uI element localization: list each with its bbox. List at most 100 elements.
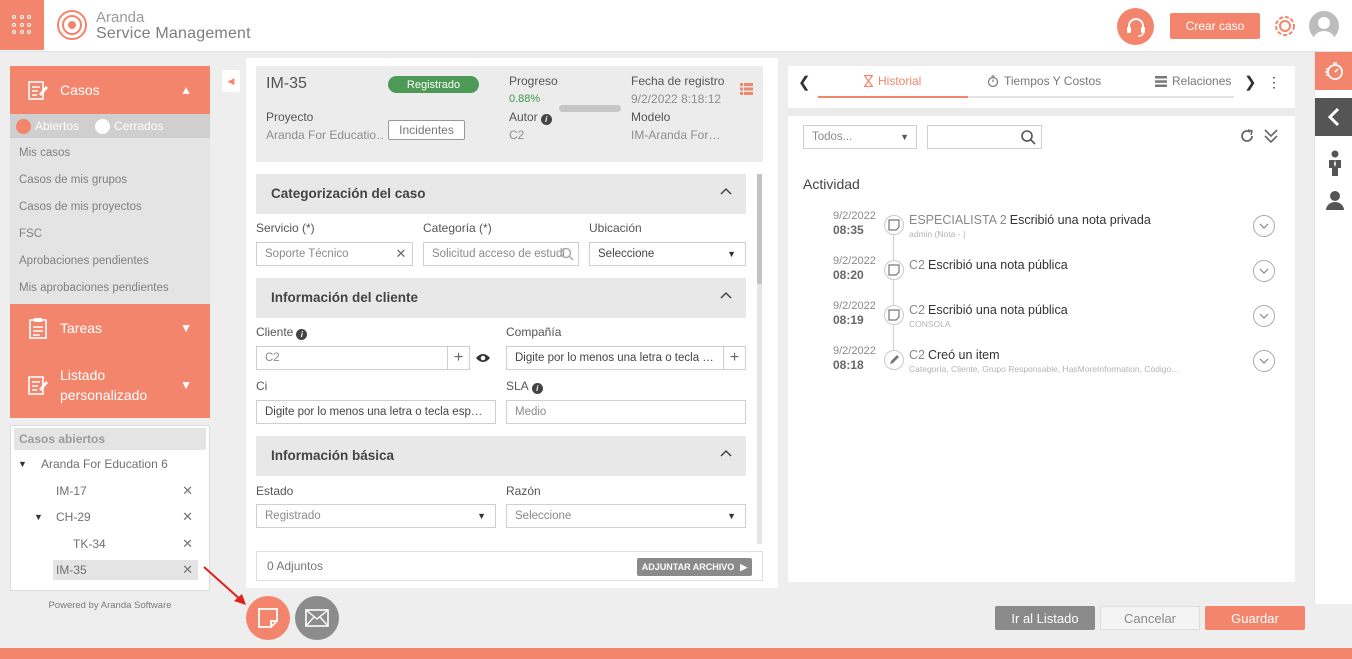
app-grid-button[interactable] (0, 0, 44, 50)
section-client[interactable]: Información del cliente (256, 278, 746, 318)
entry-action: Escribió una nota privada (1009, 213, 1151, 227)
ci-input[interactable]: Digite por lo menos una letra o tecla es… (256, 400, 496, 424)
go-to-list-button[interactable]: Ir al Listado (995, 606, 1095, 630)
section-categorization[interactable]: Categorización del caso (256, 174, 746, 214)
history-tabs: ❮ Historial Tiempos Y Costos Relaciones … (788, 66, 1295, 98)
section-title: Categorización del caso (271, 186, 426, 201)
info-icon[interactable]: i (540, 114, 552, 125)
expand-entry-button[interactable] (1253, 215, 1275, 237)
link-casos-grupos[interactable]: Casos de mis grupos (10, 167, 210, 194)
history-search-input[interactable] (927, 125, 1042, 149)
chevron-down-icon (1259, 313, 1269, 319)
link-casos-proyectos[interactable]: Casos de mis proyectos (10, 194, 210, 221)
menu-tareas[interactable]: Tareas ▼ (10, 304, 210, 352)
tree-item-im35[interactable]: IM-35 ✕ (11, 560, 209, 580)
info-icon[interactable]: i (531, 383, 543, 394)
settings-gear-icon[interactable] (1272, 13, 1298, 39)
add-icon[interactable]: + (447, 347, 469, 369)
form-scrollbar[interactable] (757, 174, 762, 544)
expand-entry-button[interactable] (1253, 350, 1275, 372)
cancel-button[interactable]: Cancelar (1100, 606, 1200, 630)
tab-underline (818, 96, 1234, 98)
history-filter-select[interactable]: Todos... ▼ (803, 125, 917, 149)
tree-item-label: CH-29 (56, 510, 91, 524)
tabs-prev-icon[interactable]: ❮ (798, 73, 811, 91)
list-view-icon[interactable] (740, 83, 753, 95)
compania-placeholder: Digite por lo menos una letra o tecla … (515, 352, 714, 364)
hourglass-icon (864, 75, 873, 87)
tree-item-im17[interactable]: IM-17 ✕ (11, 481, 209, 501)
categoria-input[interactable]: Solicitud acceso de estudi (423, 242, 579, 266)
expand-entry-button[interactable] (1253, 305, 1275, 327)
project-value: Aranda For Educatio… (266, 128, 384, 142)
tab-tiempos[interactable]: Tiempos Y Costos (987, 74, 1101, 88)
send-mail-button[interactable] (295, 596, 339, 640)
tabs-next-icon[interactable]: ❯ (1244, 73, 1257, 91)
compania-input[interactable]: Digite por lo menos una letra o tecla … + (506, 346, 746, 370)
entry-date: 9/2/2022 (833, 300, 876, 312)
razon-select[interactable]: Seleccione ▼ (506, 504, 746, 528)
entry-author: C2 (909, 348, 925, 362)
double-chevron-down-icon[interactable] (1264, 128, 1278, 144)
link-aprobaciones[interactable]: Aprobaciones pendientes (10, 248, 210, 275)
link-mis-aprobaciones[interactable]: Mis aprobaciones pendientes (10, 275, 210, 302)
chevron-up-icon: ▲ (180, 83, 192, 97)
caret-down-icon: ▼ (900, 132, 909, 142)
add-icon[interactable]: + (723, 347, 745, 369)
timer-button[interactable] (1315, 52, 1352, 90)
collapse-panel-button[interactable] (1315, 98, 1352, 136)
tree-item-ch29[interactable]: ▼ CH-29 ✕ (11, 507, 209, 527)
tree-root[interactable]: ▼ Aranda For Education 6 (11, 454, 209, 474)
user-icon (1313, 17, 1335, 41)
ci-placeholder: Digite por lo menos una letra o tecla es… (265, 406, 483, 418)
attach-file-button[interactable]: ADJUNTAR ARCHIVO ▶ (637, 558, 752, 576)
servicio-input[interactable]: Soporte Técnico ✕ (256, 242, 413, 266)
refresh-icon[interactable] (1239, 128, 1255, 144)
link-mis-casos[interactable]: Mis casos (10, 140, 210, 167)
expand-entry-button[interactable] (1253, 260, 1275, 282)
filter-closed[interactable]: Cerrados (95, 118, 163, 134)
add-note-button[interactable] (246, 596, 290, 640)
section-basic[interactable]: Información básica (256, 436, 746, 476)
tree-item-tk34[interactable]: TK-34 ✕ (11, 534, 209, 554)
tab-historial[interactable]: Historial (864, 74, 921, 88)
cliente-label-text: Cliente (256, 325, 294, 339)
powered-by: Powered by Aranda Software (48, 600, 172, 611)
active-tab-indicator (818, 96, 968, 98)
timeline-entry: 9/2/2022 08:19 C2 Escribió una nota públi… (788, 301, 1295, 341)
estado-select[interactable]: Registrado ▼ (256, 504, 496, 528)
close-icon[interactable]: ✕ (182, 481, 193, 501)
menu-casos[interactable]: Casos ▲ (10, 66, 210, 114)
link-fsc[interactable]: FSC (10, 221, 210, 248)
info-icon[interactable]: i (296, 329, 308, 340)
scrollbar-thumb[interactable] (757, 174, 762, 284)
entry-author: C2 (909, 258, 925, 272)
brand-name: Aranda Service Management (96, 10, 251, 42)
left-sidebar: Casos ▲ Abiertos Cerrados Mis casos Caso… (10, 66, 210, 418)
support-button[interactable] (1117, 8, 1154, 45)
close-icon[interactable]: ✕ (182, 507, 193, 527)
search-icon[interactable] (556, 243, 578, 265)
caret-down-icon: ▼ (727, 511, 736, 521)
entry-text: ESPECIALISTA 2 Escribió una nota privada (909, 213, 1151, 227)
eye-icon[interactable] (475, 352, 491, 364)
menu-listado[interactable]: Listado personalizado ▼ (10, 352, 210, 418)
tab-relaciones[interactable]: Relaciones (1155, 74, 1231, 88)
ubicacion-select[interactable]: Seleccione ▼ (589, 242, 746, 266)
more-options-icon[interactable]: ⋮ (1267, 74, 1281, 91)
create-case-button[interactable]: Crear caso (1170, 13, 1260, 39)
chevron-down-icon (1259, 223, 1269, 229)
specialist-icon[interactable] (1327, 150, 1343, 176)
collapse-sidebar-button[interactable]: ◀ (222, 70, 240, 92)
close-icon[interactable]: ✕ (182, 560, 193, 580)
user-avatar[interactable] (1309, 11, 1339, 41)
progress-bar (559, 105, 621, 112)
cliente-input[interactable]: C2 + (256, 346, 470, 370)
note-icon (884, 260, 904, 280)
clear-icon[interactable]: ✕ (390, 243, 412, 265)
search-icon[interactable] (1021, 130, 1036, 145)
close-icon[interactable]: ✕ (182, 534, 193, 554)
save-button[interactable]: Guardar (1205, 606, 1305, 630)
user-icon[interactable] (1325, 190, 1345, 210)
filter-open[interactable]: Abiertos (16, 118, 79, 134)
